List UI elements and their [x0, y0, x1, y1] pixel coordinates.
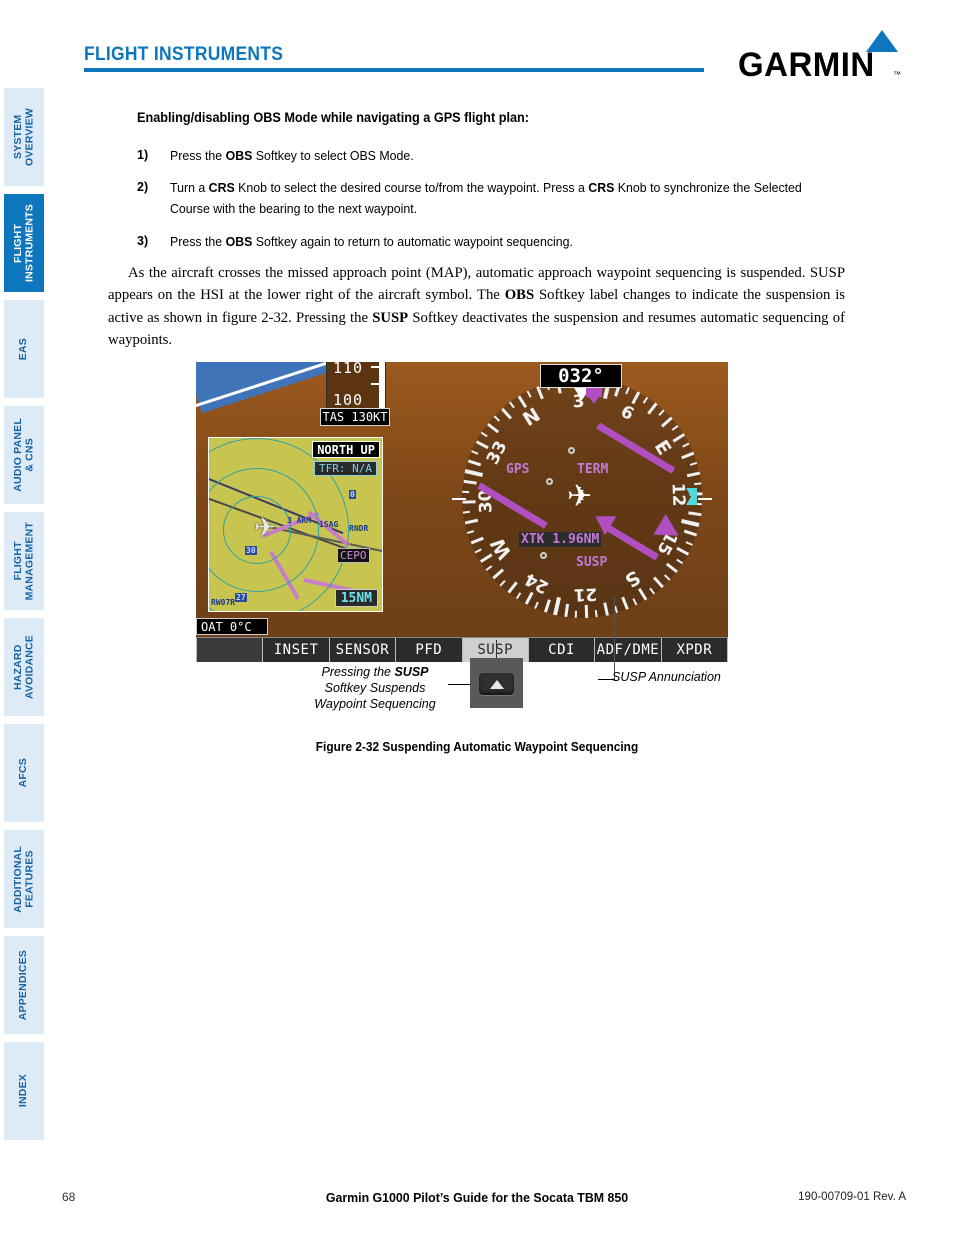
- map-label: RNDR: [349, 524, 369, 533]
- triangle-up-icon: [489, 679, 504, 689]
- softkey-bar[interactable]: INSETSENSORPFDSUSPCDIADF/DMEXPDR: [196, 637, 728, 662]
- nav-source-annunciation: GPS: [506, 462, 530, 477]
- body-paragraph: As the aircraft crosses the missed appro…: [108, 265, 846, 349]
- step-text: Press the OBS Softkey to select OBS Mode…: [170, 148, 414, 163]
- sidebar-tab-flight-instruments[interactable]: FLIGHT INSTRUMENTS: [4, 194, 44, 292]
- pfd-display: 110 100 TAS 130KT 3 ARM 1SAG RNDR RW07R 0 30 2…: [196, 362, 728, 662]
- cdi-scale-dot: [546, 478, 553, 485]
- step-number: 1): [137, 148, 149, 162]
- sidebar-tab-label: AFCS: [17, 758, 30, 788]
- softkey-xpdr[interactable]: XPDR: [661, 638, 728, 662]
- airspeed-tick-label-top: 110: [333, 362, 364, 377]
- sidebar-tab-eas[interactable]: EAS: [4, 300, 44, 398]
- sidebar-tab-flight-management[interactable]: FLIGHT MANAGEMENT: [4, 512, 44, 610]
- map-label-boxed: 27: [235, 593, 247, 602]
- sidebar-tab-index[interactable]: INDEX: [4, 1042, 44, 1140]
- heading-bug-icon: [586, 388, 602, 404]
- step-number: 2): [137, 180, 149, 194]
- map-label-boxed: 0: [349, 490, 356, 499]
- cdi-scale-dot: [540, 552, 547, 559]
- cdi-scale-dot: [568, 447, 575, 454]
- compass-label-21: 21: [573, 583, 598, 605]
- softkey-button-face[interactable]: [479, 673, 514, 695]
- sky-region: [196, 362, 345, 414]
- softkey-inset[interactable]: INSET: [263, 638, 330, 662]
- selected-heading-readout: 032°: [540, 364, 622, 388]
- cdi-scale-hash-right: [698, 498, 712, 500]
- softkey-cdi[interactable]: CDI: [528, 638, 596, 662]
- procedure-step: 2) Turn a CRS Knob to select the desired …: [137, 177, 849, 219]
- procedure-step: 3) Press the OBS Softkey again to return …: [137, 231, 849, 252]
- sidebar-tab-label: APPENDICES: [17, 949, 30, 1021]
- sidebar-tab-label: SYSTEM OVERVIEW: [11, 107, 36, 166]
- softkey-pfd[interactable]: PFD: [396, 638, 463, 662]
- page-footer: 68 Garmin G1000 Pilot’s Guide for the So…: [0, 1190, 954, 1214]
- map-label-boxed: 30: [245, 546, 257, 555]
- annotation-leader-line-vertical: [614, 597, 615, 679]
- susp-annunciation: SUSP: [576, 555, 608, 570]
- figure-pfd-screenshot: 110 100 TAS 130KT 3 ARM 1SAG RNDR RW07R 0 30 2…: [196, 362, 728, 662]
- inset-navigation-map[interactable]: 3 ARM 1SAG RNDR RW07R 0 30 27 ✈ NORTH UP TFR: …: [208, 437, 383, 612]
- compass-tick: [462, 500, 476, 504]
- chapter-tab-sidebar[interactable]: SYSTEM OVERVIEW FLIGHT INSTRUMENTS EAS AUDI…: [4, 88, 44, 1148]
- header-divider: [84, 68, 704, 72]
- sidebar-tab-label: ADDITIONAL FEATURES: [11, 845, 36, 913]
- page-title: FLIGHT INSTRUMENTS: [84, 44, 284, 65]
- compass-tick: [462, 490, 470, 494]
- trademark-symbol: ™: [893, 70, 901, 79]
- map-label: 3 ARM: [287, 516, 312, 525]
- garmin-logo: GARMIN ™: [738, 30, 908, 84]
- cdi-scale-hash-left: [452, 498, 466, 500]
- step-number: 3): [137, 234, 149, 248]
- page-header: FLIGHT INSTRUMENTS GARMIN ™: [0, 0, 954, 90]
- map-range-label[interactable]: 15NM: [334, 589, 378, 607]
- softkey-callout-stem: [496, 640, 497, 660]
- sidebar-tab-afcs[interactable]: AFCS: [4, 724, 44, 822]
- sidebar-tab-label: HAZARD AVOIDANCE: [11, 634, 36, 700]
- sidebar-tab-label: AUDIO PANEL & CNS: [11, 418, 36, 492]
- sidebar-tab-audio-panel-cns[interactable]: AUDIO PANEL & CNS: [4, 406, 44, 504]
- compass-label-12: 12: [667, 482, 689, 507]
- sidebar-tab-additional-features[interactable]: ADDITIONAL FEATURES: [4, 830, 44, 928]
- map-label: RW07R: [211, 598, 236, 607]
- airspeed-tape: 110 100: [326, 362, 386, 411]
- hsi-compass: N 3 6 E 12 15 S 21 24 W 30 33 032° ✈ GPS TERM XT: [436, 364, 728, 638]
- part-number: 190-00709-01 Rev. A: [798, 1191, 906, 1203]
- true-airspeed-readout: TAS 130KT: [320, 408, 390, 426]
- sidebar-tab-label: FLIGHT MANAGEMENT: [11, 521, 36, 601]
- softkey-sensor[interactable]: SENSOR: [329, 638, 397, 662]
- sidebar-tab-label: EAS: [17, 337, 30, 361]
- figure-caption: Figure 2-32 Suspending Automatic Waypoin…: [315, 740, 639, 754]
- map-waypoint-label-cepo: CEPO: [337, 548, 370, 563]
- compass-tick: [574, 610, 578, 618]
- softkey-button-illustration[interactable]: [470, 658, 523, 708]
- softkey-blank[interactable]: [196, 638, 264, 662]
- compass-tick: [584, 604, 589, 618]
- softkey-adf-dme[interactable]: ADF/DME: [595, 638, 662, 662]
- step-text: Turn a CRS Knob to select the desired co…: [170, 180, 802, 216]
- sidebar-tab-hazard-avoidance[interactable]: HAZARD AVOIDANCE: [4, 618, 44, 716]
- procedure-step: 1) Press the OBS Softkey to select OBS Mo…: [137, 145, 849, 166]
- ownship-icon: ✈: [253, 512, 276, 543]
- map-label: 1SAG: [319, 520, 339, 529]
- airspeed-tick-label-bottom: 100: [333, 391, 364, 409]
- step-text: Press the OBS Softkey again to return to…: [170, 234, 573, 249]
- sidebar-tab-appendices[interactable]: APPENDICES: [4, 936, 44, 1034]
- sidebar-tab-label: INDEX: [17, 1074, 30, 1108]
- sidebar-tab-label: FLIGHT INSTRUMENTS: [11, 203, 36, 283]
- procedure-heading: Enabling/disabling OBS Mode while naviga…: [137, 110, 530, 125]
- crosstrack-error-readout: XTK 1.96NM: [519, 532, 602, 547]
- sidebar-tab-system-overview[interactable]: SYSTEM OVERVIEW: [4, 88, 44, 186]
- aircraft-symbol-icon: ✈: [567, 480, 593, 513]
- annotation-susp-annunciation: SUSP Annunciation: [612, 670, 721, 684]
- annotation-susp-softkey: Pressing the SUSP Softkey Suspends Waypoin…: [314, 665, 436, 711]
- oat-readout: OAT 0°C: [196, 618, 268, 635]
- integrity-annunciation: TERM: [577, 462, 609, 477]
- tfr-status-label: TFR: N/A: [314, 461, 377, 476]
- airspeed-trend-bar: [379, 362, 385, 411]
- garmin-wordmark: GARMIN: [738, 46, 875, 84]
- map-orientation-label[interactable]: NORTH UP: [312, 441, 380, 458]
- document-title: Garmin G1000 Pilot’s Guide for the Socat…: [325, 1190, 629, 1205]
